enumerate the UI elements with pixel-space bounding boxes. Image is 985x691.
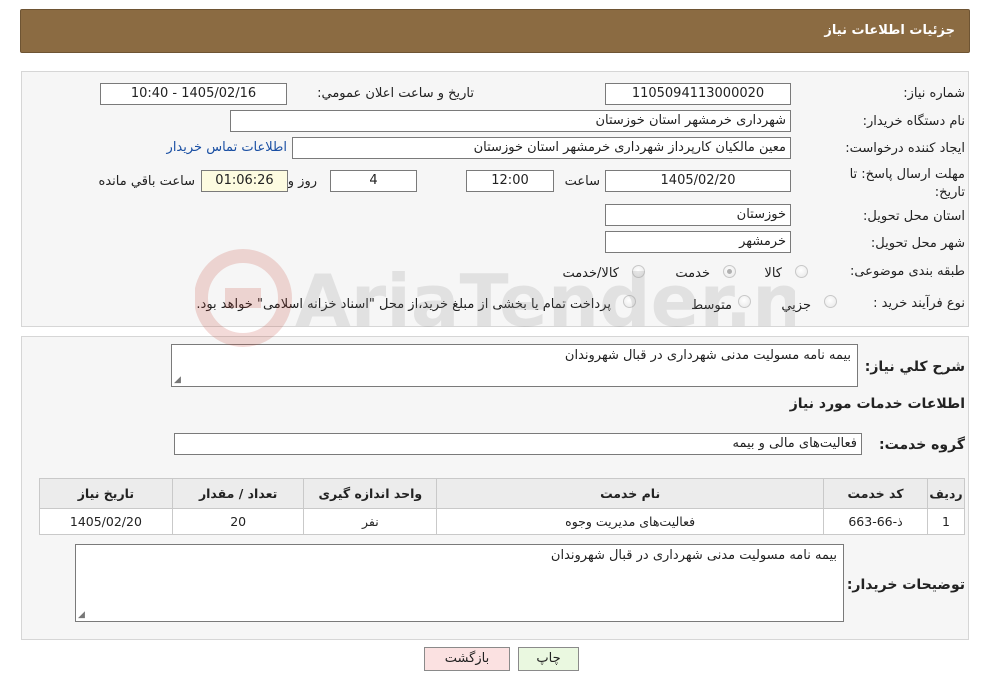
creator-label: ایجاد کننده درخواست: <box>845 141 965 156</box>
service-group-label: گروه خدمت: <box>879 437 965 453</box>
deadline-date-field: 1405/02/20 <box>605 170 791 192</box>
city-label: شهر محل تحویل: <box>870 236 965 251</box>
process-minor-label: جزیي <box>781 298 811 313</box>
category-label: طبقه بندی موضوعی: <box>849 264 965 279</box>
treasury-checkbox[interactable] <box>623 295 636 308</box>
process-medium-radio[interactable] <box>738 295 751 308</box>
category-service-radio[interactable] <box>723 265 736 278</box>
buyer-org-label: نام دستگاه خریدار: <box>862 114 965 129</box>
days-label: روز و <box>287 174 317 189</box>
process-medium-label: متوسط <box>691 298 732 313</box>
city-field: خرمشهر <box>605 231 791 253</box>
col-date: تاریخ نیاز <box>39 478 173 509</box>
table-row: 1 ذ-66-663 فعالیت‌های مدیریت وجوه نفر 20… <box>39 508 966 535</box>
cell-name: فعالیت‌های مدیریت وجوه <box>436 508 825 535</box>
buyer-notes-text: بیمه نامه مسولیت مدنی شهرداری در قبال شه… <box>550 548 837 563</box>
col-unit: واحد اندازه گیری <box>303 478 438 509</box>
cell-unit: نفر <box>303 508 438 535</box>
description-field: بیمه نامه مسولیت مدنی شهرداری در قبال شه… <box>171 344 858 387</box>
cell-quantity: 20 <box>171 508 305 535</box>
announce-label: تاریخ و ساعت اعلان عمومي: <box>317 86 474 101</box>
deadline-label-text: مهلت ارسال پاسخ: تا تاریخ: <box>849 167 965 200</box>
print-button[interactable]: چاپ <box>518 647 579 671</box>
col-quantity: تعداد / مقدار <box>171 478 305 509</box>
days-field: 4 <box>330 170 417 192</box>
col-code: کد خدمت <box>823 478 928 509</box>
col-row: ردیف <box>926 478 966 509</box>
buyer-org-field: شهرداری خرمشهر استان خوزستان <box>230 110 791 132</box>
buyer-contact-link[interactable]: اطلاعات تماس خریدار <box>167 140 287 155</box>
description-text: بیمه نامه مسولیت مدنی شهرداری در قبال شه… <box>564 348 851 363</box>
announce-field: 1405/02/16 - 10:40 <box>100 83 287 105</box>
table-header-row: ردیف کد خدمت نام خدمت واحد اندازه گیری ت… <box>39 478 966 509</box>
deadline-hour-label: ساعت <box>564 174 600 189</box>
process-note: پرداخت تمام یا بخشی از مبلغ خرید،از محل … <box>196 297 611 312</box>
process-minor-radio[interactable] <box>824 295 837 308</box>
remaining-time-field: 01:06:26 <box>201 170 288 192</box>
resize-handle-icon[interactable]: ◢ <box>174 375 181 385</box>
services-heading: اطلاعات خدمات مورد نیاز <box>789 396 965 412</box>
category-goods-label: کالا <box>764 266 782 281</box>
cell-code: ذ-66-663 <box>823 508 928 535</box>
back-button[interactable]: بازگشت <box>424 647 510 671</box>
services-table: ردیف کد خدمت نام خدمت واحد اندازه گیری ت… <box>39 478 966 535</box>
category-service-label: خدمت <box>675 266 710 281</box>
service-group-field: فعالیت‌های مالی و بیمه <box>174 433 862 455</box>
cell-date: 1405/02/20 <box>39 508 173 535</box>
category-goods-service-label: کالا/خدمت <box>562 266 619 281</box>
buyer-notes-field: بیمه نامه مسولیت مدنی شهرداری در قبال شه… <box>75 544 844 622</box>
province-label: استان محل تحویل: <box>863 209 965 224</box>
page-title: جزئیات اطلاعات نیاز <box>824 23 955 38</box>
deadline-label: مهلت ارسال پاسخ: تا تاریخ: <box>839 166 965 202</box>
buyer-notes-label: توضیحات خریدار: <box>846 577 965 593</box>
category-goods-radio[interactable] <box>795 265 808 278</box>
resize-handle-icon[interactable]: ◢ <box>78 610 85 620</box>
cell-row: 1 <box>926 508 966 535</box>
description-label: شرح کلي نیاز: <box>864 359 965 375</box>
process-label: نوع فرآیند خرید : <box>873 296 965 311</box>
deadline-time-field: 12:00 <box>466 170 554 192</box>
category-goods-service-radio[interactable] <box>632 265 645 278</box>
col-name: نام خدمت <box>436 478 825 509</box>
page-header: جزئیات اطلاعات نیاز <box>20 9 970 53</box>
province-field: خوزستان <box>605 204 791 226</box>
need-number-field: 1105094113000020 <box>605 83 791 105</box>
need-number-label: شماره نیاز: <box>903 86 965 101</box>
services-table-wrap: ردیف کد خدمت نام خدمت واحد اندازه گیری ت… <box>39 478 966 535</box>
creator-field: معین مالکیان کارپرداز شهرداری خرمشهر است… <box>292 137 791 159</box>
remaining-label: ساعت باقي مانده <box>98 174 195 189</box>
